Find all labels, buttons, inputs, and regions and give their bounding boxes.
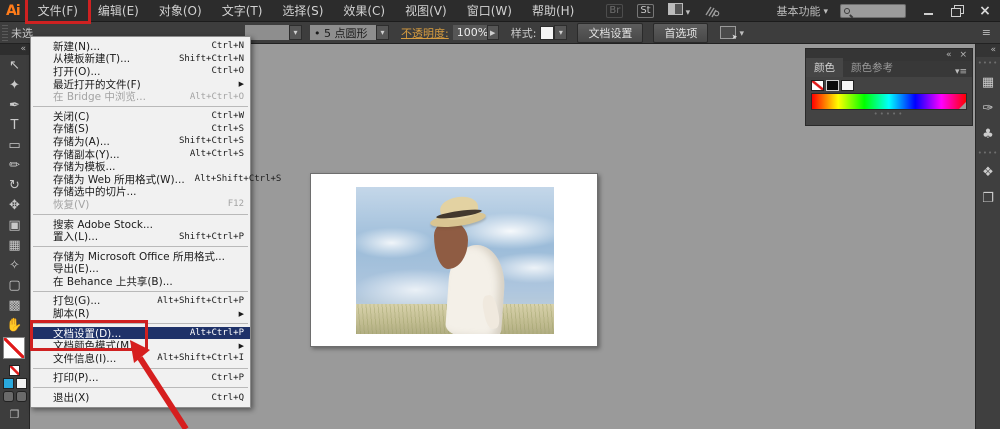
style-swatch[interactable]	[540, 26, 554, 40]
menu-separator	[33, 291, 248, 292]
width-tool[interactable]: ✥	[3, 195, 27, 215]
menu-help[interactable]: 帮助(H)	[522, 0, 584, 21]
preferences-button[interactable]: 首选项	[653, 23, 708, 43]
fill-stroke-control[interactable]	[3, 337, 27, 363]
symbols-panel-icon[interactable]: ♣	[982, 121, 994, 147]
color-mode-button[interactable]	[3, 378, 14, 389]
menu-item-scripts[interactable]: 脚本(R)▶	[31, 307, 250, 320]
selection-tool[interactable]: ↖	[3, 55, 27, 75]
selection-tools-options[interactable]	[708, 26, 744, 39]
menu-separator	[33, 106, 248, 107]
close-button[interactable]: ×	[978, 5, 992, 17]
color-spectrum-bar[interactable]	[811, 93, 967, 110]
panel-dock: « •••• ▦ ✑ ♣ •••• ❖ ❐	[975, 44, 1000, 429]
opacity-value[interactable]: 100%	[453, 25, 487, 40]
bridge-icon[interactable]: Br	[606, 4, 623, 18]
menu-select[interactable]: 选择(S)	[272, 0, 333, 21]
shape-builder-tool[interactable]: ▣	[3, 215, 27, 235]
panel-menu-icon[interactable]: ▾≡	[955, 67, 972, 77]
eyedropper-tool[interactable]: ✧	[3, 255, 27, 275]
tools-panel: « ↖ ✦ ✒ T ▭ ✏ ↻ ✥ ▣ ▦ ✧ ▢ ▩ ✋ ❐	[0, 44, 30, 429]
tab-color[interactable]: 颜色	[806, 58, 843, 77]
color-panel: « × 颜色 颜色参考 ▾≡ •••••	[805, 48, 973, 126]
submenu-arrow-icon: ▶	[239, 310, 244, 318]
stroke-field[interactable]	[245, 25, 289, 40]
menu-effect[interactable]: 效果(C)	[333, 0, 395, 21]
menu-separator	[33, 323, 248, 324]
opacity-spinner-icon[interactable]: ▶	[487, 25, 499, 40]
draw-normal-button[interactable]	[3, 391, 14, 402]
brush-select[interactable]: • 5 点圆形	[310, 25, 376, 40]
color-white-swatch[interactable]	[841, 80, 854, 91]
menu-type[interactable]: 文字(T)	[212, 0, 273, 21]
document-setup-button[interactable]: 文档设置	[577, 23, 643, 43]
submenu-arrow-icon: ▶	[239, 342, 244, 350]
menu-item-place[interactable]: 置入(L)...Shift+Ctrl+P	[31, 230, 250, 243]
draw-behind-button[interactable]	[16, 391, 27, 402]
controlbar-menu-icon[interactable]: ≡	[982, 26, 1000, 39]
rotate-tool[interactable]: ↻	[3, 175, 27, 195]
screen-mode-icon[interactable]: ❐	[10, 408, 20, 421]
fill-none-swatch[interactable]	[3, 337, 25, 359]
menu-item-browse-in-bridge: 在 Bridge 中浏览...Alt+Ctrl+O	[31, 90, 250, 103]
panel-resize-grip[interactable]: •••••	[811, 110, 967, 118]
stroke-dropdown-icon[interactable]: ▾	[289, 25, 302, 40]
color-black-swatch[interactable]	[826, 80, 839, 91]
style-label: 样式:	[511, 25, 537, 41]
toolbar-collapse-icon[interactable]: «	[0, 44, 29, 55]
search-icon	[844, 8, 850, 14]
artboard[interactable]	[310, 173, 598, 347]
dock-expand-icon[interactable]: «	[976, 44, 1000, 57]
stock-icon[interactable]: St	[637, 4, 653, 18]
panel-options-icon	[720, 26, 736, 39]
illustrator-logo: Ai	[0, 3, 28, 19]
opacity-label[interactable]: 不透明度:	[401, 25, 449, 41]
mesh-tool[interactable]: ▦	[3, 235, 27, 255]
magic-wand-tool[interactable]: ✦	[3, 75, 27, 95]
panel-close-icon[interactable]: ×	[959, 50, 967, 60]
stroke-none-swatch[interactable]	[9, 365, 20, 376]
artboards-panel-icon[interactable]: ❐	[982, 185, 994, 211]
menu-item-revert: 恢复(V)F12	[31, 198, 250, 211]
dock-grip: ••••	[978, 59, 999, 67]
menu-edit[interactable]: 编辑(E)	[88, 0, 149, 21]
brush-dropdown-icon[interactable]: ▾	[376, 25, 389, 40]
layers-panel-icon[interactable]: ❖	[982, 159, 994, 185]
artboard-tool[interactable]: ▢	[3, 275, 27, 295]
submenu-arrow-icon: ▶	[239, 80, 244, 88]
tab-color-guide[interactable]: 颜色参考	[843, 58, 901, 77]
panel-collapse-icon[interactable]: «	[946, 50, 952, 60]
menu-file[interactable]: 文件(F)	[28, 0, 88, 21]
swatches-panel-icon[interactable]: ▦	[982, 69, 994, 95]
menu-separator	[33, 214, 248, 215]
hand-tool[interactable]: ✋	[3, 315, 27, 335]
placed-photo[interactable]	[356, 187, 554, 334]
dock-grip: ••••	[978, 149, 999, 157]
pen-tool[interactable]: ✒	[3, 95, 27, 115]
rectangle-tool[interactable]: ▭	[3, 135, 27, 155]
annotation-red-arrow	[108, 336, 200, 429]
brushes-panel-icon[interactable]: ✑	[983, 95, 994, 121]
menu-window[interactable]: 窗口(W)	[457, 0, 522, 21]
color-none-swatch[interactable]	[811, 80, 824, 91]
search-input[interactable]	[840, 4, 906, 18]
menu-view[interactable]: 视图(V)	[395, 0, 457, 21]
workspace-switcher[interactable]: 基本功能	[776, 3, 828, 19]
menu-object[interactable]: 对象(O)	[149, 0, 212, 21]
arrange-documents-icon[interactable]	[668, 3, 691, 18]
type-tool[interactable]: T	[3, 115, 27, 135]
menu-item-share-on-behance[interactable]: 在 Behance 上共享(B)...	[31, 275, 250, 288]
slice-tool[interactable]: ▩	[3, 295, 27, 315]
application-menubar: Ai 文件(F) 编辑(E) 对象(O) 文字(T) 选择(S) 效果(C) 视…	[0, 0, 1000, 22]
share-icon[interactable]	[704, 3, 720, 18]
minimize-button[interactable]	[922, 5, 936, 17]
controlbar-grip[interactable]	[2, 25, 8, 41]
style-dropdown-icon[interactable]: ▾	[554, 25, 567, 40]
restore-button[interactable]	[950, 5, 964, 17]
gradient-mode-button[interactable]	[16, 378, 27, 389]
pencil-tool[interactable]: ✏	[3, 155, 27, 175]
menu-separator	[33, 246, 248, 247]
